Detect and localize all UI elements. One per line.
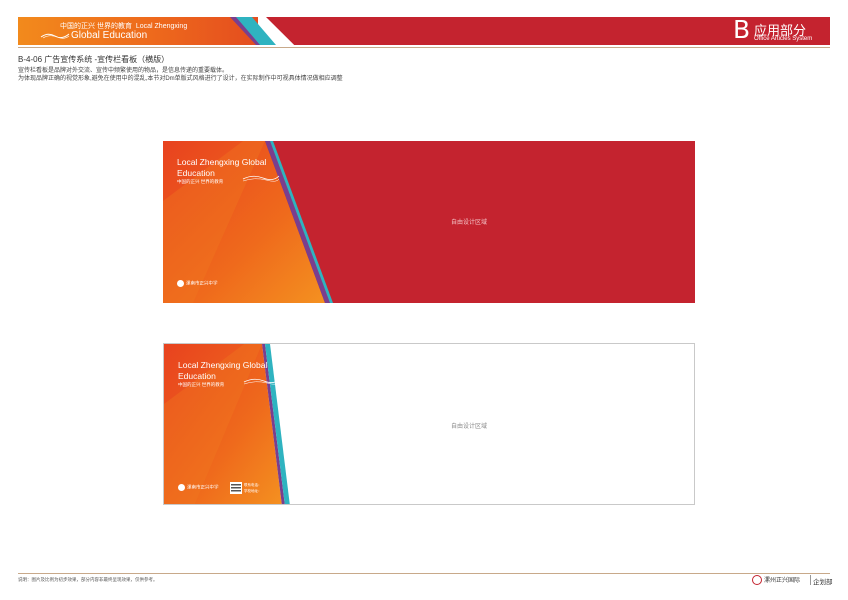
section-subtitle: Office Articles System [754,36,813,42]
banner-school-logo: 漯南市正兴中学 [178,484,219,491]
header-en-slogan: Global Education [71,30,148,41]
banner-school-logo: 漯南市正兴中学 [177,280,218,287]
banner-orange-panel: Local Zhengxing Global Education 中国的正兴 世… [163,141,333,303]
banner-orange-panel: Local Zhengxing Global Education 中国的正兴 世… [164,344,334,504]
footer-note: 说明：图片及比例为初步效果，部分内容非最终呈现效果，仅供参考。 [18,577,158,582]
wave-logo-icon [40,33,70,39]
banner-slogan-en: Local Zhengxing Global Education [178,360,268,381]
banner-white-mockup: Local Zhengxing Global Education 中国的正兴 世… [163,343,695,505]
description-line-2: 为体现品牌正确的视觉形象,避免在使用中的混乱,本节对Dm单版式风格进行了设计，在… [18,76,343,82]
free-design-area-label: 自由设计区域 [451,220,488,226]
school-logo-icon [178,484,185,491]
school-logo-icon [752,575,762,586]
contact-phone: 联系电话： [244,483,262,487]
banner-red-mockup: Local Zhengxing Global Education 中国的正兴 世… [163,141,695,303]
footer-separator [810,575,811,585]
footer-logo: 漯州正兴国际 [752,575,800,586]
footer-department: 企划部 [813,579,833,586]
footer-rule [18,573,830,574]
banner-slogan-en: Local Zhengxing Global Education [177,157,267,178]
header-rule [18,47,830,48]
qr-code-icon [230,482,242,494]
banner-slogan-cn: 中国的正兴 世界的教育 [178,382,225,387]
contact-address: 学校地址： [244,489,262,493]
banner-slogan-cn: 中国的正兴 世界的教育 [177,179,224,184]
section-letter: B [733,15,751,44]
school-logo-icon [177,280,184,287]
page-title: B-4-06 广告宣传系统 -宣传栏看板（横版） [18,55,170,64]
free-design-area-label: 自由设计区域 [451,424,488,430]
